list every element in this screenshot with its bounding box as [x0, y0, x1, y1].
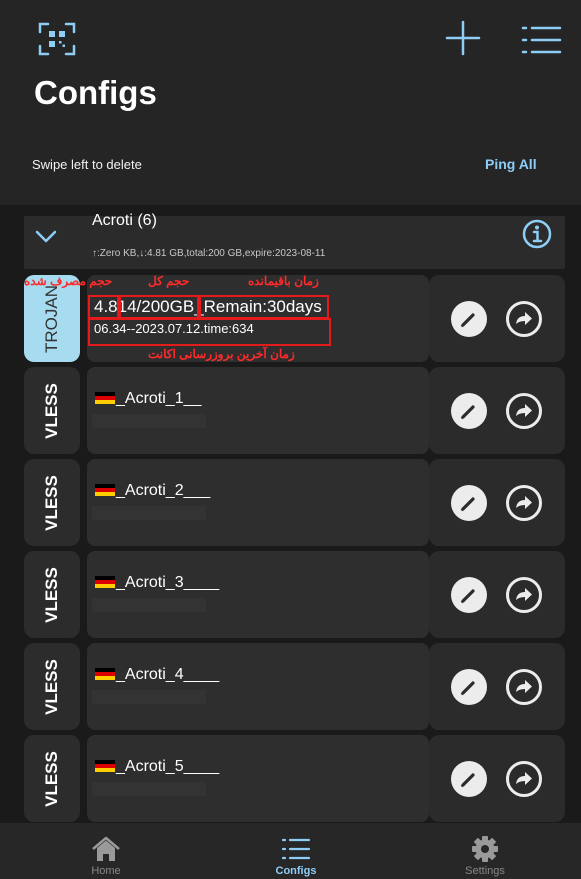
annotation-divider [117, 295, 121, 319]
annotation-total: حجم کل [148, 274, 190, 288]
gear-icon [472, 836, 498, 862]
germany-flag-icon [95, 484, 115, 496]
config-row[interactable]: VLESS _Acroti_2___ [24, 459, 565, 546]
list-icon [281, 838, 311, 860]
tab-settings[interactable]: Settings [425, 823, 545, 879]
home-icon [92, 836, 120, 861]
config-actions [429, 551, 565, 638]
swipe-hint: Swipe left to delete [32, 157, 142, 172]
annotation-used: حجم مصرف شده [24, 274, 113, 288]
germany-flag-icon [95, 668, 115, 680]
config-row[interactable]: VLESS _Acroti_1__ [24, 367, 565, 454]
share-icon[interactable] [504, 667, 544, 707]
config-subtitle [92, 690, 206, 704]
tab-configs[interactable]: Configs [236, 823, 356, 879]
tab-label: Settings [465, 865, 505, 877]
share-icon[interactable] [504, 483, 544, 523]
group-name: Acroti (6) [92, 212, 157, 229]
page-title: Configs [34, 74, 157, 111]
config-actions [429, 367, 565, 454]
chevron-down-icon[interactable] [34, 226, 58, 246]
protocol-badge: VLESS [24, 643, 80, 730]
share-icon[interactable] [504, 575, 544, 615]
protocol-badge: VLESS [24, 551, 80, 638]
germany-flag-icon [95, 576, 115, 588]
config-subtitle [92, 506, 206, 520]
tab-home[interactable]: Home [46, 823, 166, 879]
group-stats: ↑:Zero KB,↓:4.81 GB,total:200 GB,expire:… [92, 248, 326, 259]
annotation-remaining: زمان باقیمانده [248, 274, 319, 288]
protocol-badge: VLESS [24, 367, 80, 454]
germany-flag-icon [95, 760, 115, 772]
edit-icon[interactable] [449, 391, 489, 431]
annotation-box-update [88, 318, 331, 346]
config-actions [429, 735, 565, 822]
config-name: _Acroti_2___ [116, 482, 211, 499]
share-icon[interactable] [504, 299, 544, 339]
edit-icon[interactable] [449, 299, 489, 339]
config-actions [429, 643, 565, 730]
germany-flag-icon [95, 392, 115, 404]
config-row[interactable]: VLESS _Acroti_3____ [24, 551, 565, 638]
tab-label: Home [91, 865, 121, 877]
config-card[interactable]: _Acroti_5____ [87, 735, 429, 822]
config-row[interactable]: VLESS _Acroti_5____ [24, 735, 565, 822]
edit-icon[interactable] [449, 667, 489, 707]
config-card[interactable]: _Acroti_2___ [87, 459, 429, 546]
config-card[interactable]: _Acroti_1__ [87, 367, 429, 454]
config-card[interactable]: _Acroti_3____ [87, 551, 429, 638]
config-row[interactable]: VLESS _Acroti_4____ [24, 643, 565, 730]
config-name: _Acroti_5____ [116, 758, 220, 775]
config-actions [429, 459, 565, 546]
protocol-badge: TROJAN [24, 275, 80, 362]
share-icon[interactable] [504, 391, 544, 431]
list-menu-icon[interactable] [520, 24, 562, 56]
annotation-box-usage [88, 295, 329, 319]
config-subtitle [92, 598, 206, 612]
edit-icon[interactable] [449, 575, 489, 615]
tab-label: Configs [275, 865, 317, 877]
share-icon[interactable] [504, 759, 544, 799]
header: Configs Swipe left to delete Ping All [0, 0, 581, 205]
info-icon[interactable] [521, 218, 553, 250]
edit-icon[interactable] [449, 759, 489, 799]
annotation-divider [197, 295, 201, 319]
config-card[interactable]: _Acroti_4____ [87, 643, 429, 730]
ping-all-button[interactable]: Ping All [485, 156, 537, 172]
plus-icon[interactable] [444, 18, 482, 58]
config-subtitle [92, 782, 206, 796]
protocol-badge: VLESS [24, 459, 80, 546]
config-name: _Acroti_4____ [116, 666, 220, 683]
edit-icon[interactable] [449, 483, 489, 523]
annotation-last-update: زمان آخرین بروزرسانی اکانت [148, 347, 295, 361]
qr-code-icon[interactable] [38, 22, 76, 56]
config-name: _Acroti_1__ [116, 390, 202, 407]
config-name: _Acroti_3____ [116, 574, 220, 591]
protocol-badge: VLESS [24, 735, 80, 822]
config-group-header[interactable]: Acroti (6) ↑:Zero KB,↓:4.81 GB,total:200… [24, 212, 565, 269]
bottom-tab-bar: Home Configs Settings [0, 823, 581, 879]
config-actions [429, 275, 565, 362]
config-subtitle [92, 414, 206, 428]
